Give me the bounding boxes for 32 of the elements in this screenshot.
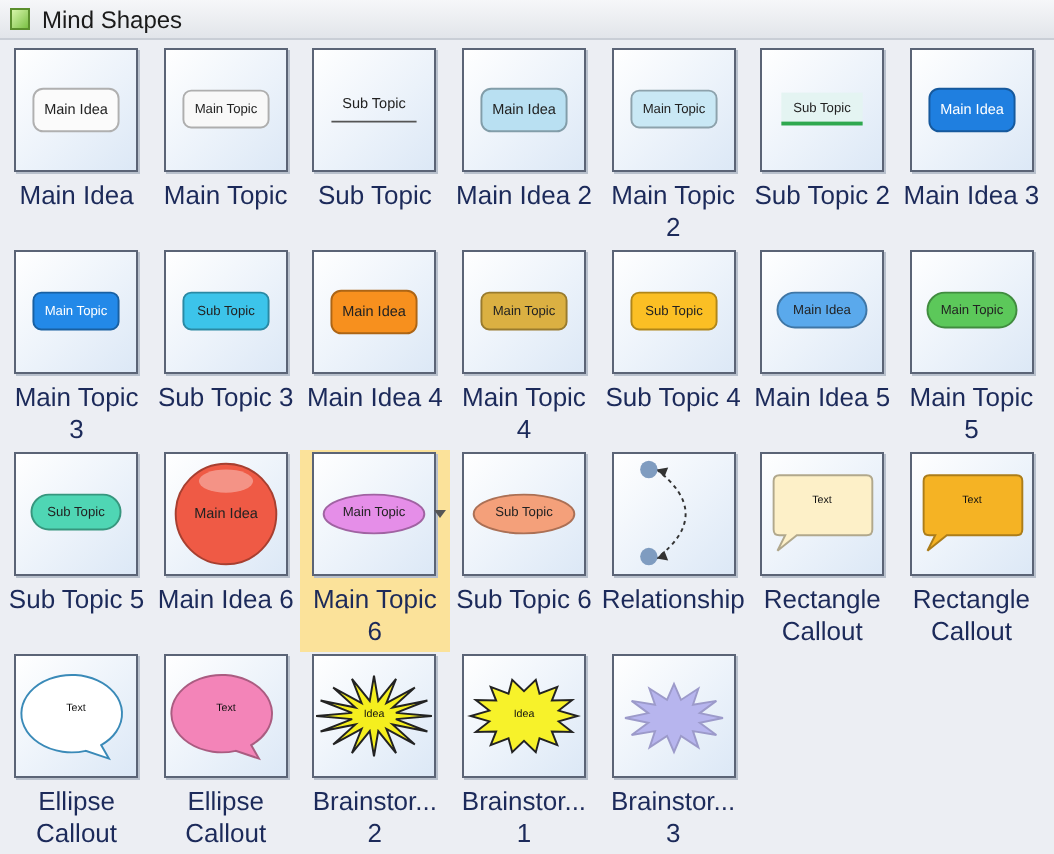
- shape-label: Main Idea: [17, 180, 136, 212]
- shape-label: Main Topic: [161, 180, 290, 212]
- shape-label: Sub Topic 3: [155, 382, 296, 414]
- shape-label: Sub Topic 5: [6, 584, 147, 616]
- panel-title: Mind Shapes: [42, 3, 183, 37]
- shape-label: Rectangle Callout: [761, 584, 883, 648]
- shape-label: Rectangle Callout: [910, 584, 1032, 648]
- dropdown-caret-icon[interactable]: [433, 510, 446, 518]
- shape-label: Main Topic 6: [310, 584, 439, 648]
- shape-label: Main Idea 4: [304, 382, 445, 414]
- shape-label: Main Topic 3: [12, 382, 141, 446]
- shape-label: Ellipse Callout: [183, 786, 269, 850]
- shape-label: Relationship: [601, 584, 745, 616]
- shape-label: Main Topic 2: [609, 180, 738, 244]
- shape-label: Sub Topic 6: [454, 584, 594, 616]
- shape-label: Main Idea 3: [901, 180, 1042, 212]
- shape-item[interactable]: Relationship: [598, 450, 748, 652]
- shape-label: Main Idea 5: [752, 382, 893, 414]
- shape-label: Ellipse Callout: [34, 786, 120, 850]
- panel-icon: [10, 8, 30, 30]
- shape-label: Sub Topic: [315, 180, 434, 212]
- shape-item[interactable]: Brainstor... 3: [598, 652, 748, 854]
- shape-label: Brainstor... 2: [310, 786, 439, 850]
- shape-label: Sub Topic 4: [603, 382, 743, 414]
- shape-label: Main Topic 5: [907, 382, 1036, 446]
- shape-label: Brainstor... 3: [608, 786, 738, 850]
- shape-label: Brainstor... 1: [459, 786, 589, 850]
- shape-label: Main Idea 2: [454, 180, 594, 212]
- shape-label: Main Topic 4: [460, 382, 588, 446]
- relationship-connector-drawing: [639, 460, 686, 566]
- shape-label: Main Idea 6: [155, 584, 296, 616]
- shape-label: Sub Topic 2: [752, 180, 892, 212]
